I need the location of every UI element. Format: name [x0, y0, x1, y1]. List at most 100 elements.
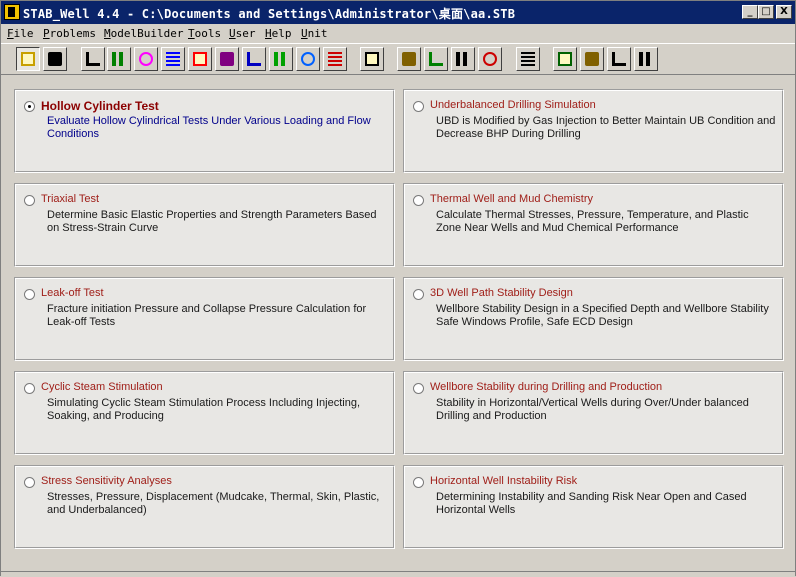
document-tool-button[interactable] — [451, 47, 475, 71]
save-icon — [48, 52, 62, 66]
menu-file[interactable]: File — [7, 27, 34, 40]
option-description: Calculate Thermal Stresses, Pressure, Te… — [436, 209, 749, 234]
window-title: STAB_Well 4.4 - C:\Documents and Setting… — [23, 7, 516, 21]
menu-help[interactable]: Help — [265, 27, 292, 40]
option-radio[interactable] — [413, 101, 424, 112]
menu-unit-accelerator: U — [301, 27, 308, 40]
app-icon[interactable] — [4, 4, 20, 20]
menu-tools[interactable]: Tools — [188, 27, 221, 40]
option-card-3d-well-path-stability-design[interactable]: 3D Well Path Stability Design Wellbore St… — [403, 277, 784, 361]
option-radio[interactable] — [24, 195, 35, 206]
option-card-leak-off-test[interactable]: Leak-off Test Fracture initiation Pressur… — [14, 277, 395, 361]
plot-icon — [220, 52, 234, 66]
cylinder-tool-button[interactable] — [81, 47, 105, 71]
app-window: STAB_Well 4.4 - C:\Documents and Setting… — [0, 0, 796, 577]
curve-icon — [139, 52, 153, 66]
split-tool-button[interactable] — [424, 47, 448, 71]
option-title[interactable]: 3D Well Path Stability Design — [430, 287, 573, 299]
wave-icon — [328, 52, 342, 66]
option-title[interactable]: Wellbore Stability during Drilling and P… — [430, 381, 662, 393]
open-book-icon — [585, 52, 599, 66]
option-description: Stability in Horizontal/Vertical Wells d… — [436, 397, 749, 422]
menu-user[interactable]: User — [229, 27, 256, 40]
option-card-cyclic-steam-stimulation[interactable]: Cyclic Steam Stimulation Simulating Cycli… — [14, 371, 395, 455]
bars-tool-button[interactable] — [161, 47, 185, 71]
stripes-icon — [274, 52, 288, 66]
magnifier-tool-button[interactable] — [360, 47, 384, 71]
option-title[interactable]: Leak-off Test — [41, 287, 104, 299]
menu-problems-label: roblems — [49, 27, 96, 40]
column-chart-tool-button[interactable] — [242, 47, 266, 71]
option-radio[interactable] — [24, 289, 35, 300]
plot-tool-button[interactable] — [215, 47, 239, 71]
option-card-thermal-well-and-mud-chemistry[interactable]: Thermal Well and Mud Chemistry Calculate … — [403, 183, 784, 267]
magnifier-icon — [365, 52, 379, 66]
option-description: Evaluate Hollow Cylindrical Tests Under … — [47, 115, 371, 140]
problem-selection-panel: Hollow Cylinder Test Evaluate Hollow Cyli… — [1, 75, 795, 571]
option-radio[interactable] — [413, 383, 424, 394]
option-card-underbalanced-drilling-simulation[interactable]: Underbalanced Drilling Simulation UBD is … — [403, 89, 784, 173]
option-title[interactable]: Cyclic Steam Stimulation — [41, 381, 163, 393]
menu-tools-accelerator: T — [188, 27, 195, 40]
stripes-tool-button[interactable] — [269, 47, 293, 71]
close-button[interactable]: X — [776, 5, 792, 19]
save-tool-button[interactable] — [43, 47, 67, 71]
menu-modelbuilder[interactable]: ModelBuilder — [104, 27, 183, 40]
option-description: Simulating Cyclic Steam Stimulation Proc… — [47, 397, 361, 422]
wave-tool-button[interactable] — [323, 47, 347, 71]
open-folder-icon — [21, 52, 35, 66]
maximize-button[interactable]: □ — [758, 5, 774, 19]
menu-problems[interactable]: Problems — [43, 27, 96, 40]
option-radio[interactable] — [413, 477, 424, 488]
open-book-tool-button[interactable] — [580, 47, 604, 71]
option-card-stress-sensitivity-analyses[interactable]: Stress Sensitivity Analyses Stresses, Pre… — [14, 465, 395, 549]
curve-tool-button[interactable] — [134, 47, 158, 71]
minimize-button[interactable]: _ — [742, 5, 758, 19]
option-title[interactable]: Underbalanced Drilling Simulation — [430, 99, 596, 111]
option-title[interactable]: Thermal Well and Mud Chemistry — [430, 193, 593, 205]
menu-unit-label: nit — [307, 27, 328, 40]
toolbar — [1, 43, 795, 75]
menu-help-accelerator: H — [265, 27, 272, 40]
multi-line-tool-button[interactable] — [188, 47, 212, 71]
option-radio[interactable] — [24, 477, 35, 488]
arrow-icon — [483, 52, 497, 66]
cylinder-icon — [86, 52, 100, 66]
title-bar[interactable]: STAB_Well 4.4 - C:\Documents and Setting… — [1, 1, 795, 24]
person-tool-button[interactable] — [516, 47, 540, 71]
option-title[interactable]: Triaxial Test — [41, 193, 99, 205]
book-tool-button[interactable] — [553, 47, 577, 71]
option-card-horizontal-well-instability-risk[interactable]: Horizontal Well Instability Risk Determin… — [403, 465, 784, 549]
triangle-icon — [301, 52, 315, 66]
menu-unit[interactable]: Unit — [301, 27, 328, 40]
erase-tool-button[interactable] — [634, 47, 658, 71]
cross-tool-button[interactable] — [397, 47, 421, 71]
option-title[interactable]: Horizontal Well Instability Risk — [430, 475, 577, 487]
triaxial-tool-button[interactable] — [107, 47, 131, 71]
option-description: Determine Basic Elastic Properties and S… — [47, 209, 377, 234]
list-icon — [612, 52, 626, 66]
menu-help-label: elp — [271, 27, 292, 40]
option-radio[interactable] — [413, 195, 424, 206]
triangle-tool-button[interactable] — [296, 47, 320, 71]
arrow-tool-button[interactable] — [478, 47, 502, 71]
status-bar — [1, 571, 795, 577]
option-title[interactable]: Stress Sensitivity Analyses — [41, 475, 172, 487]
option-title[interactable]: Hollow Cylinder Test — [41, 99, 159, 113]
menu-problems-accelerator: P — [43, 27, 50, 40]
menu-bar: File Problems ModelBuilder Tools User Help Uni… — [1, 24, 795, 43]
option-card-hollow-cylinder-test[interactable]: Hollow Cylinder Test Evaluate Hollow Cyli… — [14, 89, 395, 173]
list-tool-button[interactable] — [607, 47, 631, 71]
triaxial-icon — [112, 52, 126, 66]
menu-user-accelerator: U — [229, 27, 236, 40]
open-folder-tool-button[interactable] — [16, 47, 40, 71]
option-radio[interactable] — [24, 383, 35, 394]
option-card-triaxial-test[interactable]: Triaxial Test Determine Basic Elastic Pro… — [14, 183, 395, 267]
option-card-wellbore-stability-during-drilling-and-production[interactable]: Wellbore Stability during Drilling and P… — [403, 371, 784, 455]
multi-line-icon — [193, 52, 207, 66]
menu-modelbuilder-accelerator: M — [104, 27, 111, 40]
menu-user-label: ser — [235, 27, 256, 40]
menu-modelbuilder-label: odelBuilder — [110, 27, 184, 40]
option-radio[interactable] — [413, 289, 424, 300]
option-radio[interactable] — [24, 101, 35, 112]
